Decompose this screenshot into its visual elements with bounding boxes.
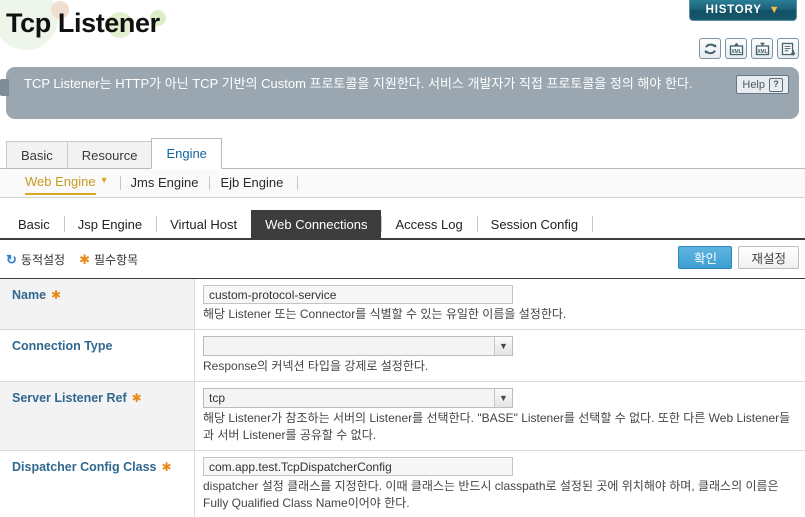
connection-type-select[interactable] bbox=[203, 336, 513, 356]
field-value-name: 해당 Listener 또는 Connector를 식별할 수 있는 유일한 이… bbox=[195, 279, 805, 329]
connection-type-select-wrapper: ▼ bbox=[203, 336, 513, 356]
confirm-button[interactable]: 확인 bbox=[678, 246, 733, 269]
tab-access-log[interactable]: Access Log bbox=[381, 211, 476, 237]
field-description: Response의 커넥션 타입을 강제로 설정한다. bbox=[203, 359, 429, 373]
field-label-connection-type: Connection Type bbox=[0, 330, 195, 381]
dispatcher-config-class-input[interactable] bbox=[203, 457, 513, 476]
chevron-down-icon: ▼ bbox=[99, 174, 109, 185]
xml-upload-icon[interactable]: XML bbox=[725, 38, 747, 59]
help-button[interactable]: Help ? bbox=[736, 75, 789, 94]
legend-dynamic-label: 동적설정 bbox=[20, 252, 66, 267]
name-input[interactable] bbox=[203, 285, 513, 304]
refresh-icon[interactable] bbox=[699, 38, 721, 59]
tab-web-engine-label: Web Engine bbox=[25, 172, 96, 195]
server-listener-ref-select-wrapper: tcp ▼ bbox=[203, 388, 513, 408]
toolbar-icons: XML XML bbox=[699, 38, 799, 59]
action-buttons: 확인 재설정 bbox=[678, 246, 799, 269]
required-asterisk-icon: ✱ bbox=[161, 460, 172, 474]
tab-jms-engine[interactable]: Jms Engine bbox=[119, 173, 210, 193]
field-description: 해당 Listener가 참조하는 서버의 Listener를 선택한다. "B… bbox=[203, 411, 791, 442]
tab-web-connections[interactable]: Web Connections bbox=[251, 210, 382, 238]
description-text: TCP Listener는 HTTP가 아닌 TCP 기반의 Custom 프로… bbox=[24, 76, 693, 91]
field-label-text: Server Listener Ref bbox=[12, 391, 127, 405]
tab-basic-sub[interactable]: Basic bbox=[4, 211, 64, 237]
tab-bar-filler bbox=[222, 167, 805, 168]
legend-required-label: 필수항목 bbox=[93, 252, 139, 267]
svg-text:XML: XML bbox=[757, 49, 768, 55]
settings-form: Name ✱ 해당 Listener 또는 Connector를 식별할 수 있… bbox=[0, 278, 805, 517]
help-button-label: Help bbox=[742, 78, 765, 91]
tab-resource[interactable]: Resource bbox=[66, 141, 152, 169]
legend-required-field: ✱ 필수항목 bbox=[79, 251, 138, 268]
refresh-icon: ↻ bbox=[6, 251, 17, 267]
tab-divider bbox=[297, 176, 299, 190]
description-banner: TCP Listener는 HTTP가 아닌 TCP 기반의 Custom 프로… bbox=[0, 67, 799, 119]
field-value-server-listener-ref: tcp ▼ 해당 Listener가 참조하는 서버의 Listener를 선택… bbox=[195, 382, 805, 450]
field-label-dispatcher-config-class: Dispatcher Config Class ✱ bbox=[0, 451, 195, 517]
field-description: dispatcher 설정 클래스를 지정한다. 이때 클래스는 반드시 cla… bbox=[203, 479, 779, 510]
tcp-listener-page: Tcp Listener HISTORY ▼ XML XML TCP Liste… bbox=[0, 0, 805, 517]
form-row: Server Listener Ref ✱ tcp ▼ 해당 Listener가… bbox=[0, 382, 805, 451]
tab-ejb-engine[interactable]: Ejb Engine bbox=[209, 173, 294, 193]
field-value-connection-type: ▼ Response의 커넥션 타입을 강제로 설정한다. bbox=[195, 330, 805, 381]
reset-button[interactable]: 재설정 bbox=[738, 246, 799, 269]
field-label-text: Name bbox=[12, 288, 47, 302]
engine-tab-bar: Web Engine ▼ Jms Engine Ejb Engine bbox=[0, 169, 805, 198]
page-title: Tcp Listener bbox=[6, 8, 160, 38]
svg-text:XML: XML bbox=[731, 49, 742, 55]
field-label-server-listener-ref: Server Listener Ref ✱ bbox=[0, 382, 195, 450]
tab-jms-engine-label: Jms Engine bbox=[130, 175, 199, 190]
server-listener-ref-select[interactable]: tcp bbox=[203, 388, 513, 408]
form-row: Name ✱ 해당 Listener 또는 Connector를 식별할 수 있… bbox=[0, 279, 805, 330]
tab-web-engine[interactable]: Web Engine ▼ bbox=[14, 172, 120, 195]
web-engine-tab-bar: Basic Jsp Engine Virtual Host Web Connec… bbox=[0, 210, 805, 240]
primary-tab-bar: Basic Resource Engine bbox=[0, 137, 805, 169]
asterisk-icon: ✱ bbox=[79, 251, 90, 267]
report-export-icon[interactable] bbox=[777, 38, 799, 59]
tab-ejb-engine-label: Ejb Engine bbox=[220, 175, 284, 190]
field-description: 해당 Listener 또는 Connector를 식별할 수 있는 유일한 이… bbox=[203, 307, 567, 321]
required-asterisk-icon: ✱ bbox=[131, 391, 142, 405]
field-label-name: Name ✱ bbox=[0, 279, 195, 329]
field-value-dispatcher-config-class: dispatcher 설정 클래스를 지정한다. 이때 클래스는 반드시 cla… bbox=[195, 451, 805, 517]
tab-divider bbox=[592, 216, 594, 232]
xml-download-icon[interactable]: XML bbox=[751, 38, 773, 59]
history-button-label: HISTORY bbox=[705, 4, 762, 16]
tab-session-config[interactable]: Session Config bbox=[476, 211, 592, 237]
question-mark-icon: ? bbox=[769, 77, 783, 92]
chevron-down-icon: ▼ bbox=[768, 3, 781, 16]
form-row: Dispatcher Config Class ✱ dispatcher 설정 … bbox=[0, 451, 805, 517]
history-button[interactable]: HISTORY ▼ bbox=[689, 0, 797, 21]
tab-jsp-engine[interactable]: Jsp Engine bbox=[63, 211, 156, 237]
field-label-text: Dispatcher Config Class bbox=[12, 460, 157, 474]
form-row: Connection Type ▼ Response의 커넥션 타입을 강제로 … bbox=[0, 330, 805, 382]
legend-dynamic-setting: ↻ 동적설정 bbox=[6, 251, 65, 268]
field-label-text: Connection Type bbox=[12, 339, 113, 353]
tab-virtual-host[interactable]: Virtual Host bbox=[156, 211, 251, 237]
tab-engine[interactable]: Engine bbox=[151, 138, 222, 169]
tab-basic[interactable]: Basic bbox=[6, 141, 67, 169]
required-asterisk-icon: ✱ bbox=[51, 288, 62, 302]
